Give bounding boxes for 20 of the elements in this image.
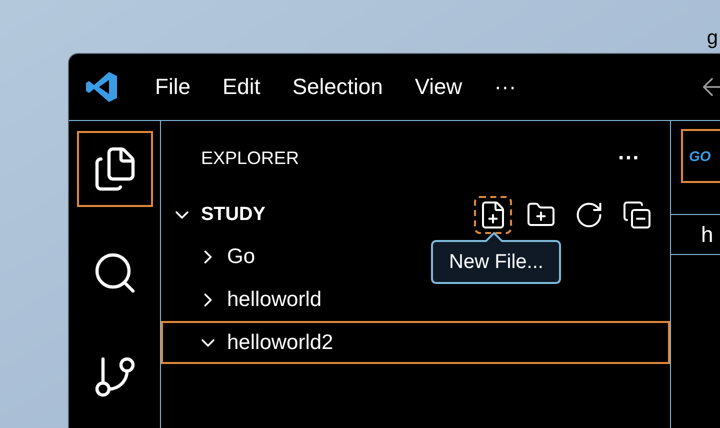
app-logo-icon xyxy=(85,70,119,104)
new-file-button[interactable] xyxy=(474,196,512,234)
explorer-title: EXPLORER xyxy=(201,146,300,170)
menu-item[interactable]: Edit xyxy=(206,76,276,98)
refresh-icon xyxy=(574,200,604,230)
more-actions-button[interactable]: ··· xyxy=(618,147,640,169)
menu-item[interactable]: Selection xyxy=(276,76,399,98)
editor-text: h xyxy=(701,221,714,249)
menu-item[interactable]: ··· xyxy=(478,76,532,98)
tooltip: New File... xyxy=(431,240,562,284)
folder-header[interactable]: STUDY xyxy=(171,200,266,230)
tab-logo: GO xyxy=(689,146,711,166)
tooltip-pointer xyxy=(485,231,503,242)
desktop-text: g xyxy=(706,28,718,48)
folder-item[interactable]: helloworld2 xyxy=(161,321,670,364)
collapse-icon xyxy=(622,200,652,230)
editor-tab[interactable]: GO xyxy=(681,129,720,183)
explorer-tab[interactable] xyxy=(76,131,152,207)
menu-item[interactable]: File xyxy=(139,76,206,98)
menu-item[interactable]: View xyxy=(398,76,478,98)
